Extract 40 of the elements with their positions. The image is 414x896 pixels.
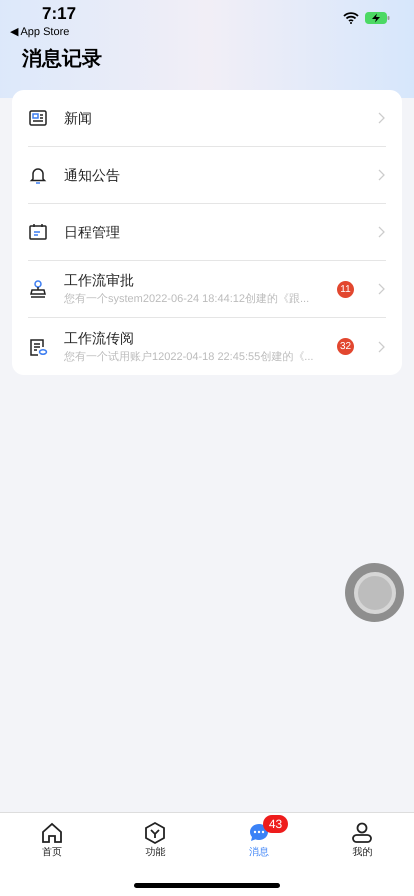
back-to-app-link[interactable]: ◀ App Store bbox=[10, 24, 76, 40]
newspaper-icon bbox=[28, 108, 48, 128]
category-title: 日程管理 bbox=[64, 222, 121, 242]
category-title: 通知公告 bbox=[64, 166, 121, 184]
chevron-right-icon bbox=[378, 226, 386, 238]
latest-message-preview: 您有一个system2022-06-24 18:44:12创建的《跟... bbox=[64, 292, 310, 308]
unread-badge: 43 bbox=[262, 815, 288, 833]
calendar-icon bbox=[28, 222, 48, 242]
document-icon bbox=[28, 336, 48, 356]
tab-item[interactable]: 消息 43 bbox=[207, 813, 310, 860]
tab-item[interactable]: 首页 bbox=[0, 813, 104, 860]
message-category-row[interactable]: 工作流审批 您有一个system2022-06-24 18:44:12创建的《跟... 11 bbox=[28, 261, 386, 318]
latest-message-preview: 您有一个试用账户12022-04-18 22:45:55创建的《... bbox=[64, 350, 314, 365]
user-icon bbox=[350, 821, 374, 845]
hexagon-icon bbox=[143, 821, 168, 845]
home-icon bbox=[40, 821, 64, 845]
unread-count: 32 bbox=[337, 338, 354, 355]
battery-charging-icon bbox=[365, 12, 390, 24]
chevron-right-icon bbox=[378, 283, 386, 295]
unread-count: 11 bbox=[337, 280, 354, 298]
chevron-right-icon bbox=[378, 169, 386, 181]
message-category-row[interactable]: 工作流传阅 您有一个试用账户12022-04-18 22:45:55创建的《... 32 bbox=[28, 318, 386, 375]
category-title: 工作流传阅 bbox=[64, 328, 135, 348]
page-title: 消息记录 bbox=[20, 47, 103, 72]
message-category-row[interactable]: 通知公告 bbox=[28, 147, 386, 204]
tab-label: 我的 bbox=[352, 846, 372, 860]
stamp-icon bbox=[28, 279, 48, 299]
tab-label: 功能 bbox=[145, 846, 166, 860]
tab-item[interactable]: 功能 bbox=[104, 813, 207, 860]
message-category-row[interactable]: 日程管理 bbox=[28, 204, 386, 261]
chevron-right-icon bbox=[378, 340, 386, 352]
category-title: 新闻 bbox=[64, 108, 93, 128]
wifi-icon bbox=[343, 12, 359, 24]
category-title: 工作流审批 bbox=[64, 271, 135, 290]
tab-label: 消息 bbox=[248, 846, 269, 860]
tab-label: 首页 bbox=[42, 846, 62, 860]
status-time: 7:17 bbox=[42, 4, 76, 24]
message-category-row[interactable]: 新闻 bbox=[28, 90, 386, 147]
tab-item[interactable]: 我的 bbox=[310, 813, 414, 860]
chevron-right-icon bbox=[378, 112, 386, 124]
